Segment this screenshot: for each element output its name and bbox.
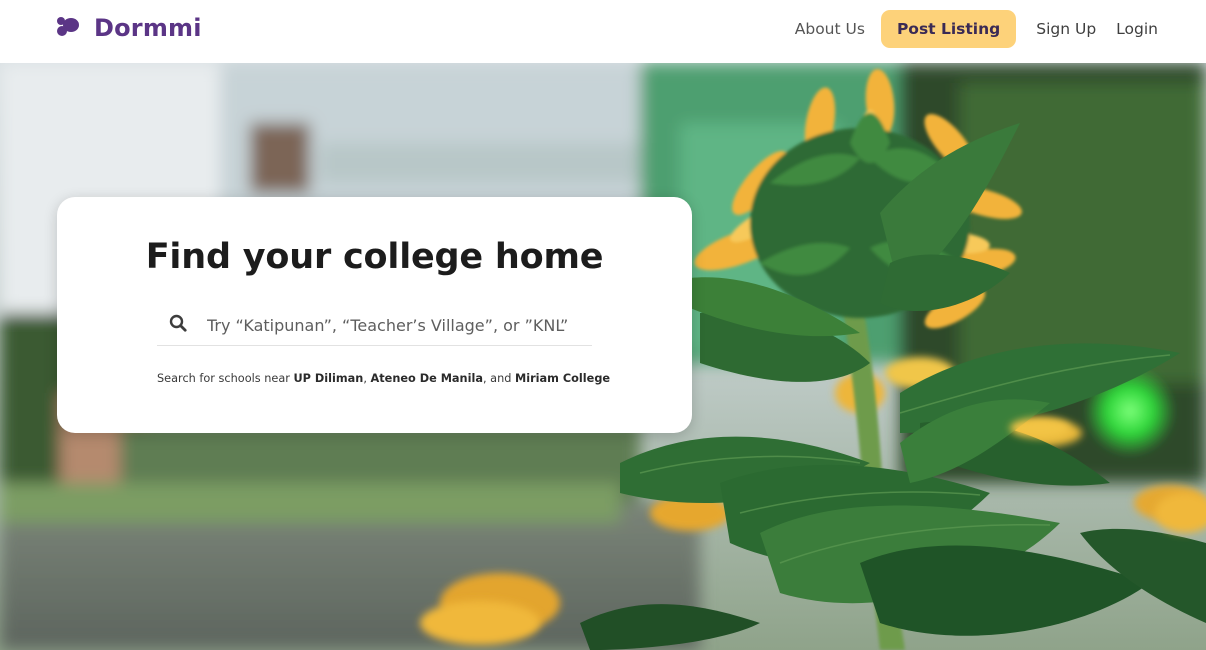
search-card: Find your college home Search for school…: [57, 197, 692, 433]
navbar: Dormmi About Us Post Listing Sign Up Log…: [0, 0, 1206, 63]
school-up-diliman: UP Diliman: [293, 372, 364, 385]
blob-logo-icon: [56, 15, 80, 41]
nav-about-us[interactable]: About Us: [795, 20, 865, 38]
nav-sign-up[interactable]: Sign Up: [1036, 20, 1096, 38]
search-icon[interactable]: [157, 314, 187, 336]
hint-separator: , and: [482, 372, 515, 385]
brand-name: Dormmi: [94, 14, 202, 42]
nav-login[interactable]: Login: [1116, 20, 1158, 38]
search-bar[interactable]: [157, 305, 592, 346]
search-input[interactable]: [207, 315, 592, 335]
nav-links: About Us Post Listing Sign Up Login: [795, 10, 1158, 48]
hero-title: Find your college home: [145, 237, 604, 277]
brand-logo-link[interactable]: Dormmi: [56, 12, 202, 44]
school-ateneo: Ateneo De Manila: [370, 372, 483, 385]
school-miriam: Miriam College: [515, 372, 611, 385]
hint-prefix: Search for schools near: [157, 372, 294, 385]
hint-separator: ,: [363, 372, 371, 385]
post-listing-button[interactable]: Post Listing: [880, 10, 1017, 48]
search-hint: Search for schools near UP Diliman, Aten…: [157, 372, 610, 385]
hero-background: Find your college home Search for school…: [0, 63, 1206, 650]
